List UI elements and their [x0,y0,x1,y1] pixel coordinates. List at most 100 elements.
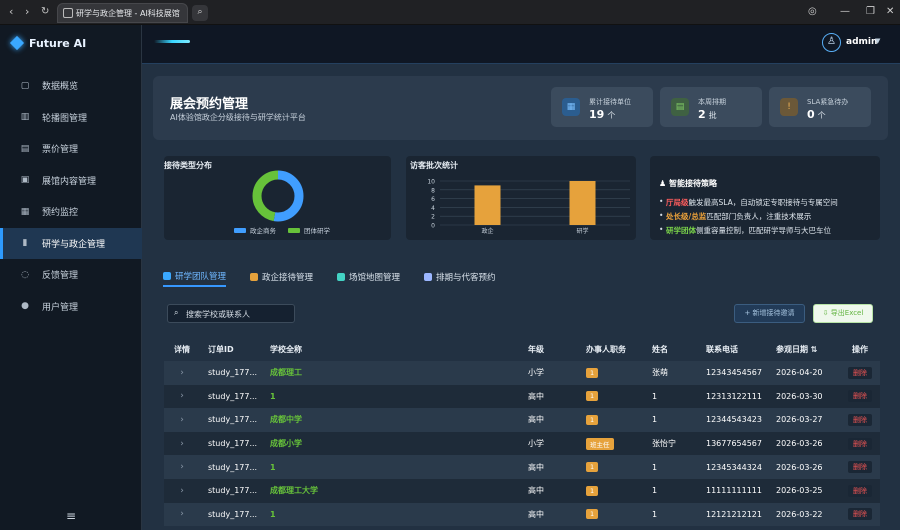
table-row[interactable]: › study_177... 成都中学 高中 1 1 12344543423 2… [164,408,880,432]
browser-tab[interactable]: 研学与政企管理 - AI科技展馆 [57,3,188,23]
sidebar-item-label: 展馆内容管理 [42,176,97,187]
visit-date: 2026-03-22 [776,509,823,519]
page-header: 展会预约管理 AI体验馆政企分级接待与研学统计平台 ▦ 累计接待单位 19 个 ▤… [153,76,888,140]
globe-icon[interactable]: ◎ [808,6,817,17]
back-icon[interactable]: ‹ [9,5,13,19]
grade: 高中 [528,462,544,472]
phone: 12344543423 [706,415,762,425]
brand[interactable]: Future AI [9,33,87,53]
sidebar-item-label: 预约监控 [42,208,79,219]
add-invite-button[interactable]: + 新增接待邀请 [734,304,805,323]
sidebar-item-4[interactable]: ▦ 预约监控 [0,196,142,228]
phone: 12121212121 [706,509,762,519]
contact-name: 1 [652,462,658,472]
strategy-line: 处长级/总监匹配部门负责人，注重技术展示 [659,211,811,222]
delete-button[interactable]: 删除 [848,461,872,474]
menu-toggle-icon[interactable]: ≡ [66,509,76,523]
delete-button[interactable]: 删除 [848,437,872,450]
contact-name: 张怡宁 [652,439,676,449]
calendar-icon [424,273,433,281]
strategy-panel: ♟ 智能接待策略 厅局级触发最高SLA，自动锁定专职接待与专属空间 处长级/总监… [650,156,880,240]
sidebar-item-label: 反馈管理 [42,271,79,282]
action-cell: 删除 [840,484,880,497]
tab-business-reception[interactable]: 政企接待管理 [250,267,313,287]
delete-button[interactable]: 删除 [848,508,872,521]
action-cell: 删除 [840,366,880,379]
table-row[interactable]: › study_177... 1 高中 1 1 12121212121 2026… [164,502,880,527]
action-cell: 删除 [840,461,880,474]
stat-label: SLA紧急待办 [807,98,849,106]
contact-name: 1 [652,391,658,401]
donut-legend: 政企商务 团体研学 [234,225,330,235]
role-cell: 1 [578,367,644,378]
expand-icon[interactable]: › [164,391,200,401]
sidebar-item-6[interactable]: ◌ 反馈管理 [0,259,142,291]
col-role: 办事人职务 [586,344,626,354]
building-icon: ▥ [20,112,30,123]
refresh-icon[interactable]: ↻ [41,5,49,19]
tab-venue-map[interactable]: 场馆地图管理 [337,267,400,287]
topbar: ♙ admin ▼ [142,25,900,64]
forward-icon[interactable]: › [25,5,29,19]
user-icon: ♟ [659,179,669,188]
username[interactable]: admin [846,37,877,47]
visit-date: 2026-03-25 [776,486,823,496]
tab-search-icon[interactable]: ⌕ [192,5,208,21]
expand-icon[interactable]: › [164,439,200,449]
school-name: 1 [270,462,276,472]
table-row[interactable]: › study_177... 成都小学 小学 班主任 张怡宁 136776545… [164,431,880,456]
delete-button[interactable]: 删除 [848,390,872,403]
sidebar-item-0[interactable]: ▢ 数据概览 [0,70,142,102]
role-cell: 1 [578,462,644,473]
y-tick-label: 10 [427,179,435,186]
visit-date: 2026-03-26 [776,439,823,449]
strategy-line: 研学团体侧重容量控制，匹配研学导师与大巴车位 [659,225,831,236]
sidebar-item-5[interactable]: ▮ 研学与政企管理 [0,227,142,259]
chevron-down-icon[interactable]: ▼ [875,37,880,45]
cart-icon: ▢ [20,80,30,91]
legend-swatch-business [234,227,246,233]
stat-label: 累计接待单位 [589,98,631,106]
delete-button[interactable]: 删除 [848,366,872,379]
sort-icon[interactable]: ⇅ [808,345,818,354]
bar-1 [569,181,596,225]
phone: 13677654567 [706,439,762,449]
expand-icon[interactable]: › [164,368,200,378]
team-icon [163,272,171,280]
tab-scheduling[interactable]: 排期与代客预约 [424,267,496,287]
role-badge: 1 [586,485,599,496]
col-date[interactable]: 参观日期 ⇅ [768,344,840,355]
export-excel-button[interactable]: ⇩ 导出Excel [813,304,873,323]
chat-icon: ◌ [21,269,29,280]
minimize-icon[interactable]: — [840,6,850,17]
page-title: 展会预约管理 [170,97,249,112]
stat-value: 19 个 [589,108,616,121]
search-input[interactable]: ⌕ 搜索学校或联系人 [167,304,295,323]
order-id: study_177... [208,439,258,449]
tab-study-teams[interactable]: 研学团队管理 [163,267,227,287]
sidebar-item-3[interactable]: ▣ 展馆内容管理 [0,165,142,197]
delete-button[interactable]: 删除 [848,484,872,497]
phone: 12313122111 [706,391,762,401]
restore-icon[interactable]: ❐ [866,6,875,17]
main-content: 展会预约管理 AI体验馆政企分级接待与研学统计平台 ▦ 累计接待单位 19 个 ▤… [142,64,900,530]
delete-button[interactable]: 删除 [848,413,872,426]
sidebar-item-7[interactable]: ● 用户管理 [0,291,142,323]
ticket-icon: ▤ [20,143,30,154]
sidebar-item-2[interactable]: ▤ 票价管理 [0,133,142,165]
y-tick-label: 6 [431,196,435,203]
table-row[interactable]: › study_177... 1 高中 1 1 12345344324 2026… [164,455,880,479]
brand-name: Future AI [29,36,87,50]
table-row[interactable]: › study_177... 成都理工 小学 1 张萌 12343454567 … [164,361,880,385]
expand-icon[interactable]: › [164,486,200,496]
expand-icon[interactable]: › [164,509,200,519]
y-tick-label: 4 [431,205,435,212]
close-icon[interactable]: ✕ [886,6,894,17]
expand-icon[interactable]: › [164,462,200,472]
expand-icon[interactable]: › [164,415,200,425]
table-row[interactable]: › study_177... 成都理工大学 高中 1 1 11111111111… [164,478,880,503]
action-cell: 删除 [840,390,880,403]
avatar[interactable]: ♙ [822,33,841,52]
sidebar-item-1[interactable]: ▥ 轮播图管理 [0,102,142,134]
table-row[interactable]: › study_177... 1 高中 1 1 12313122111 2026… [164,384,880,409]
